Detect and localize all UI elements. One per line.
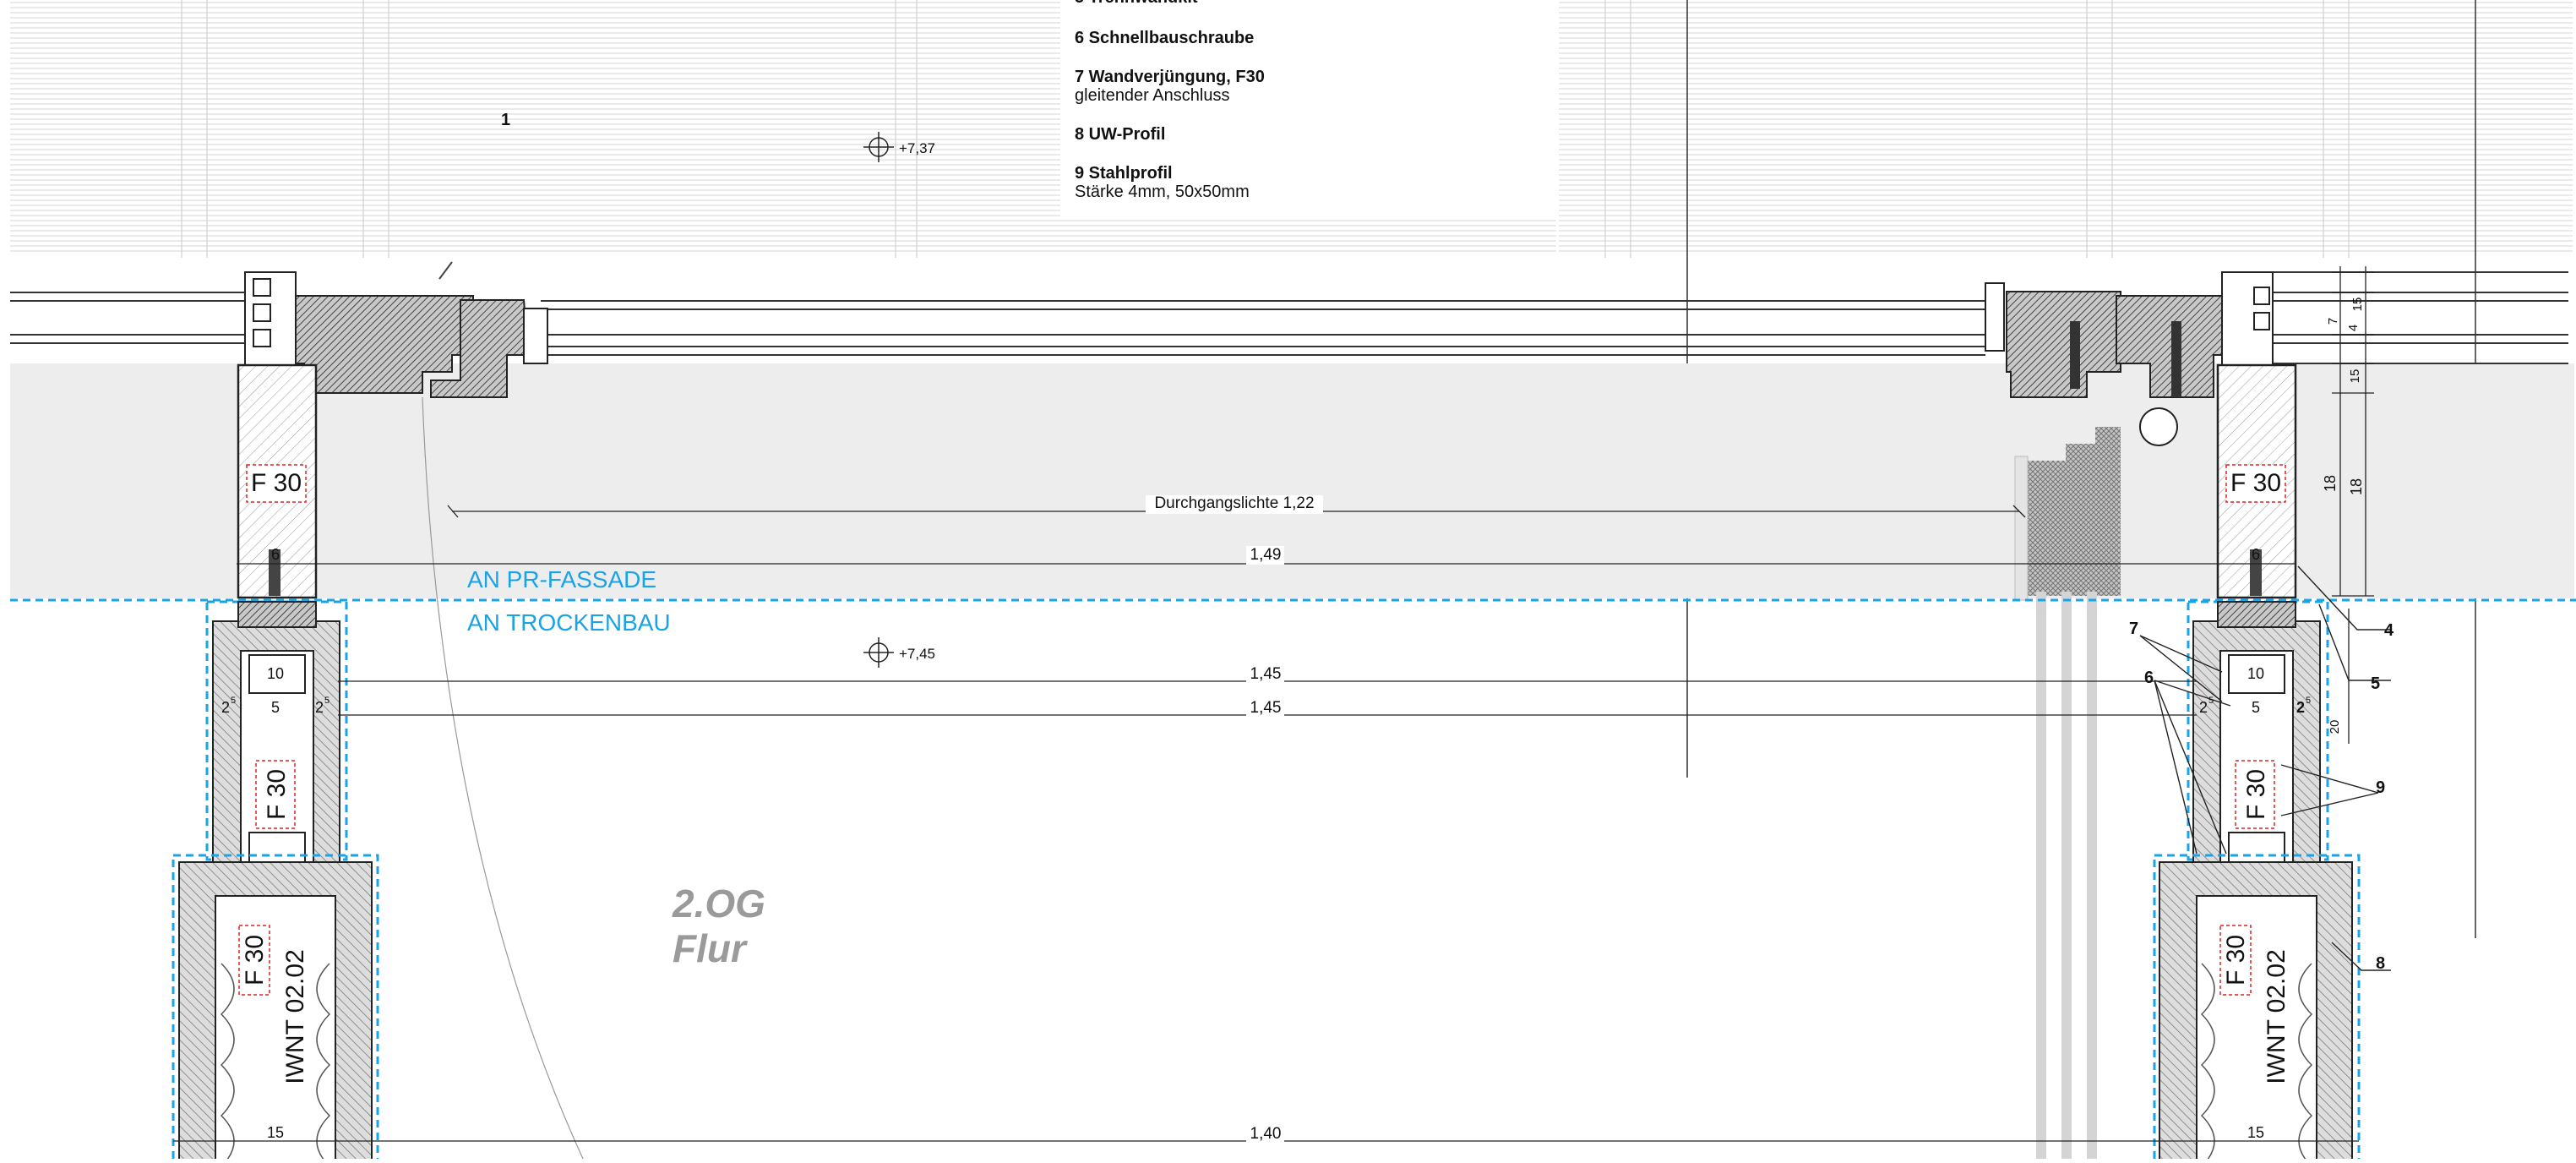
level-label-lower: +7,45 (899, 646, 935, 662)
legend-item: 8 UW-Profil (1075, 125, 1514, 144)
dim-25-left-b: 2 (315, 699, 324, 716)
legend-item-detail: Stärke 4mm, 50x50mm (1075, 183, 1250, 201)
legend: 5 Trennwandkit 6 Schnellbauschraube 7 Wa… (1075, 0, 1514, 221)
legend-item: 6 Schnellbauschraube (1075, 29, 1514, 47)
legend-item-title: 8 UW-Profil (1075, 125, 1166, 144)
dim-25-right-b: 2 (2296, 699, 2305, 716)
dim-18-b: 18 (2348, 478, 2365, 495)
dim-10-right: 10 (2247, 665, 2264, 682)
dim-15-left: 15 (267, 1124, 284, 1141)
room-level: 2.OG (672, 882, 765, 925)
dim-15-b: 15 (2348, 369, 2362, 384)
legend-item: 9 Stahlprofil Stärke 4mm, 50x50mm (1075, 164, 1514, 201)
right-lower-wall (2153, 854, 2361, 1163)
legend-item-title: 5 Trennwandkit (1075, 0, 1514, 7)
legend-item-title: 9 Stahlprofil (1075, 164, 1173, 183)
dim-145b: 1,45 (1250, 699, 1282, 717)
callout-8: 8 (2376, 954, 2385, 973)
dim-205: 20 (2328, 720, 2342, 734)
facade-zone (10, 363, 2574, 598)
zone-label-pr-fassade: AN PR-FASSADE (467, 566, 656, 592)
dim-45: 4 (2346, 325, 2361, 331)
sup-5-c: 5 (2208, 696, 2214, 706)
room-name: Flur (673, 926, 748, 970)
fire-rating-right-upper: F 30 (2230, 469, 2281, 497)
left-middle-wall (205, 600, 348, 871)
dim-25-right-a: 2 (2199, 699, 2208, 716)
fire-rating-left-lower: F 30 (241, 935, 269, 986)
wall-type-right: IWNT 02.02 (2263, 949, 2290, 1084)
dim-5-right: 5 (2252, 699, 2260, 716)
dim-10-left: 10 (267, 665, 284, 682)
callout-7: 7 (2129, 620, 2138, 638)
callout-6: 6 (2144, 669, 2154, 687)
dim-6-right: 6 (2252, 546, 2260, 563)
zone-label-trockenbau: AN TROCKENBAU (467, 609, 671, 636)
callout-4: 4 (2384, 621, 2394, 640)
dim-15-a: 15 (2350, 298, 2365, 312)
legend-item-title: 6 Schnellbauschraube (1075, 29, 1255, 47)
legend-item: 7 Wandverjüngung, F30 gleitender Anschlu… (1075, 68, 1514, 105)
dim-140: 1,40 (1250, 1125, 1282, 1143)
legend-item-detail: gleitender Anschluss (1075, 86, 1230, 105)
marker-item-1: 1 (501, 111, 510, 129)
fire-rating-left-upper: F 30 (251, 469, 302, 497)
fire-rating-right-middle: F 30 (2242, 769, 2270, 820)
right-middle-wall (2187, 600, 2329, 871)
level-label-upper: +7,37 (899, 140, 935, 156)
right-door-leaf (2014, 427, 2121, 1159)
level-marker-lower (863, 637, 894, 668)
dim-6-left: 6 (271, 546, 280, 563)
fire-rating-left-middle: F 30 (263, 769, 291, 820)
dim-145a: 1,45 (1250, 665, 1282, 683)
legend-item: 5 Trennwandkit (1075, 0, 1514, 7)
dim-5-left: 5 (271, 699, 280, 716)
fire-rating-right-lower: F 30 (2222, 935, 2250, 986)
dim-15-right: 15 (2247, 1124, 2264, 1141)
dim-149: 1,49 (1250, 546, 1282, 564)
sup-5-a: 5 (231, 696, 236, 706)
callout-9: 9 (2376, 778, 2385, 797)
sup-5-d: 5 (2306, 696, 2311, 706)
dim-18-a: 18 (2322, 475, 2339, 492)
legend-item-title: 7 Wandverjüngung, F30 (1075, 68, 1265, 86)
left-lower-wall (172, 854, 379, 1163)
dim-25-left-a: 2 (221, 699, 230, 716)
dim-75: 7 (2326, 318, 2340, 325)
callout-5: 5 (2371, 674, 2380, 693)
dim-clear-passage: Durchgangslichte 1,22 (1154, 494, 1314, 512)
wall-type-left: IWNT 02.02 (281, 949, 309, 1084)
sup-5-b: 5 (324, 696, 329, 706)
